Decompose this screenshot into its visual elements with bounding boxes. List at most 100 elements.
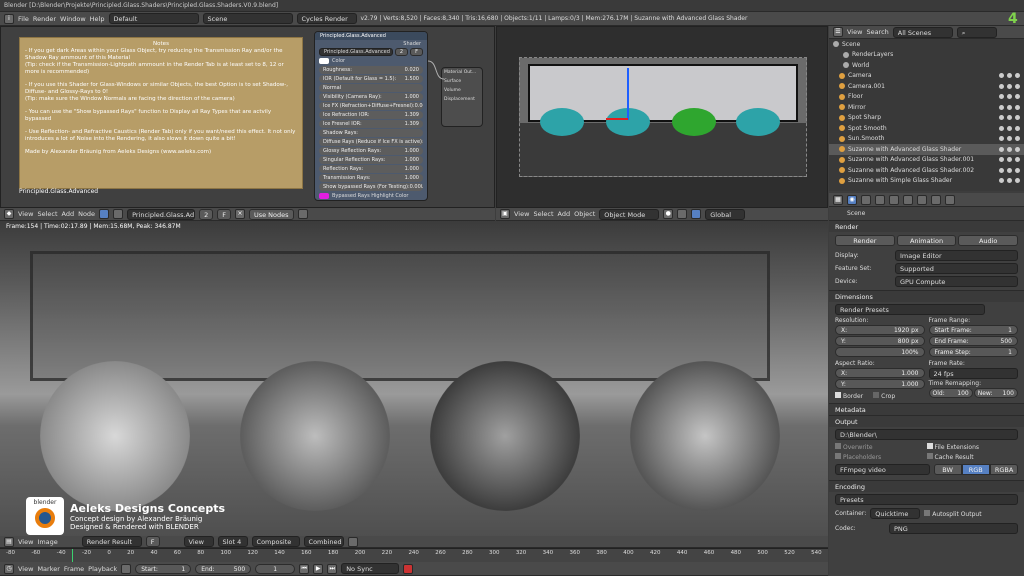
menu-render[interactable]: Render	[33, 15, 56, 23]
view3d-menu-view[interactable]: View	[514, 210, 529, 218]
timeline-editor-icon[interactable]: ◷	[4, 563, 14, 574]
pointer-icon[interactable]	[1007, 157, 1012, 163]
remap-old-field[interactable]: Old: 100	[928, 388, 973, 398]
output-path-input[interactable]: D:\Blender\	[835, 429, 1018, 440]
material-select[interactable]: Principled.Glass.Ad...	[127, 208, 196, 220]
node-menu-add[interactable]: Add	[62, 210, 75, 218]
remap-new-field[interactable]: New: 100	[973, 388, 1018, 398]
engine-select[interactable]: Cycles Render	[296, 13, 357, 24]
render-image[interactable]: Frame:154 | Time:02:17.89 | Mem:15.68M, …	[0, 221, 828, 536]
layout-select[interactable]: Default	[108, 13, 199, 24]
encoding-section[interactable]: Encoding	[829, 480, 1024, 492]
crop-checkbox[interactable]: Crop	[873, 392, 895, 400]
visibility-toggles[interactable]	[999, 157, 1024, 163]
node-input-field[interactable]: Roughness: 0.020	[319, 66, 423, 74]
render-tab-icon[interactable]: ◉	[847, 194, 857, 205]
camera-icon[interactable]	[1015, 146, 1020, 152]
pointer-icon[interactable]	[1007, 104, 1012, 110]
pass-select[interactable]: Combined	[303, 536, 344, 547]
properties-icon[interactable]: ▦	[833, 194, 843, 205]
group-fake[interactable]: F	[410, 48, 423, 56]
visibility-toggles[interactable]	[999, 73, 1024, 79]
playhead[interactable]	[72, 549, 73, 563]
eye-icon[interactable]	[999, 83, 1004, 89]
render-presets-select[interactable]: Render Presets	[835, 304, 985, 315]
autosplit-checkbox[interactable]: Autosplit Output	[924, 509, 982, 518]
node-input-field[interactable]: Singular Reflection Rays: 1.000	[319, 156, 423, 164]
outliner-item[interactable]: Floor	[829, 92, 1024, 103]
camera-icon[interactable]	[1015, 94, 1020, 100]
frame-step-prop[interactable]: Frame Step: 1	[928, 347, 1018, 357]
image-menu-image[interactable]: Image	[37, 538, 57, 546]
visibility-toggles[interactable]	[999, 178, 1024, 184]
node-menu-node[interactable]: Node	[78, 210, 95, 218]
node-input-field[interactable]: Transmission Rays: 1.000	[319, 174, 423, 182]
modifier-tab-icon[interactable]	[917, 194, 927, 205]
timeline-ruler[interactable]: -80 -60 -40 -20 0 20 40 60 80 100 120 140 160 180 200 2…	[0, 548, 828, 563]
outliner-item[interactable]: Mirror	[829, 102, 1024, 113]
manipulator-icon[interactable]	[691, 209, 702, 219]
pointer-icon[interactable]	[1007, 178, 1012, 184]
eye-icon[interactable]	[999, 167, 1004, 173]
eye-icon[interactable]	[999, 104, 1004, 110]
render-section[interactable]: Render	[829, 220, 1024, 232]
suzanne-icon[interactable]	[540, 108, 584, 136]
timeline-menu-marker[interactable]: Marker	[37, 565, 59, 573]
node-input-field[interactable]: Ice Fresnel IOR: 1.309	[319, 120, 423, 128]
node-input-field[interactable]: Visibility (Camera Ray): 1.000	[319, 93, 423, 101]
node-input-field[interactable]: Ice Refraction IOR: 1.309	[319, 111, 423, 119]
preview-range-icon[interactable]	[121, 563, 132, 574]
node-input-field[interactable]: Glossy Reflection Rays: 1.000	[319, 147, 423, 155]
eye-icon[interactable]	[999, 157, 1004, 163]
scene-tab-icon[interactable]	[875, 194, 885, 205]
gizmo-x-axis[interactable]	[606, 118, 628, 120]
mode-select[interactable]: Object Mode	[599, 208, 660, 220]
menu-file[interactable]: File	[18, 15, 29, 23]
visibility-toggles[interactable]	[999, 83, 1024, 89]
scene-select[interactable]: Scene	[202, 13, 293, 24]
visibility-toggles[interactable]	[999, 104, 1024, 110]
node-editor-icon[interactable]: ◆	[4, 209, 14, 219]
color-rgb-button[interactable]: RGB	[961, 464, 990, 475]
image-select[interactable]: Render Result	[81, 536, 142, 547]
pointer-icon[interactable]	[1007, 146, 1012, 152]
file-extensions-checkbox[interactable]: File Extensions	[926, 443, 1019, 451]
outliner-menu-search[interactable]: Search	[866, 28, 888, 36]
outliner-filter[interactable]: All Scenes	[892, 26, 953, 38]
feature-set-select[interactable]: Supported	[895, 263, 1018, 274]
viewport-3d[interactable]	[496, 26, 828, 208]
display-select[interactable]: Image Editor	[895, 250, 1018, 261]
outliner-item[interactable]: Spot Smooth	[829, 123, 1024, 134]
pointer-icon[interactable]	[1007, 73, 1012, 79]
image-menu-view[interactable]: View	[18, 538, 33, 546]
node-input-field[interactable]: Ice FX (Refraction+Diffuse+Fresnel):0.00…	[319, 102, 423, 110]
camera-icon[interactable]	[1015, 136, 1020, 142]
outliner-item[interactable]: World	[829, 60, 1024, 71]
pointer-icon[interactable]	[1007, 115, 1012, 121]
placeholders-checkbox[interactable]: Placeholders	[835, 453, 927, 461]
animation-button[interactable]: Animation	[896, 235, 957, 246]
camera-icon[interactable]	[1015, 125, 1020, 131]
timeline-menu-frame[interactable]: Frame	[64, 565, 84, 573]
image-editor-icon[interactable]: ▤	[4, 536, 14, 547]
camera-icon[interactable]	[1015, 83, 1020, 89]
outliner-icon[interactable]: ☰	[833, 27, 843, 37]
suzanne-icon[interactable]	[672, 108, 716, 136]
outliner-search-input[interactable]: ⌕	[956, 26, 997, 38]
material-fake[interactable]: F	[217, 208, 231, 220]
outliner-item[interactable]: RenderLayers	[829, 50, 1024, 61]
outliner-item[interactable]: Spot Sharp	[829, 113, 1024, 124]
camera-icon[interactable]	[1015, 115, 1020, 121]
layers-tab-icon[interactable]	[861, 194, 871, 205]
camera-icon[interactable]	[1015, 104, 1020, 110]
file-format-select[interactable]: FFmpeg video	[835, 464, 930, 475]
record-icon[interactable]	[403, 563, 414, 574]
cache-result-checkbox[interactable]: Cache Result	[926, 453, 1019, 461]
metadata-section[interactable]: Metadata	[829, 403, 1024, 415]
node-input-field[interactable]: Diffuse Rays (Reduce if Ice FX is active…	[319, 138, 423, 146]
gizmo-z-axis[interactable]	[627, 68, 629, 120]
outliner-item[interactable]: Sun.Smooth	[829, 134, 1024, 145]
camera-icon[interactable]	[1015, 73, 1020, 79]
eye-icon[interactable]	[999, 94, 1004, 100]
suzanne-icon[interactable]	[736, 108, 780, 136]
